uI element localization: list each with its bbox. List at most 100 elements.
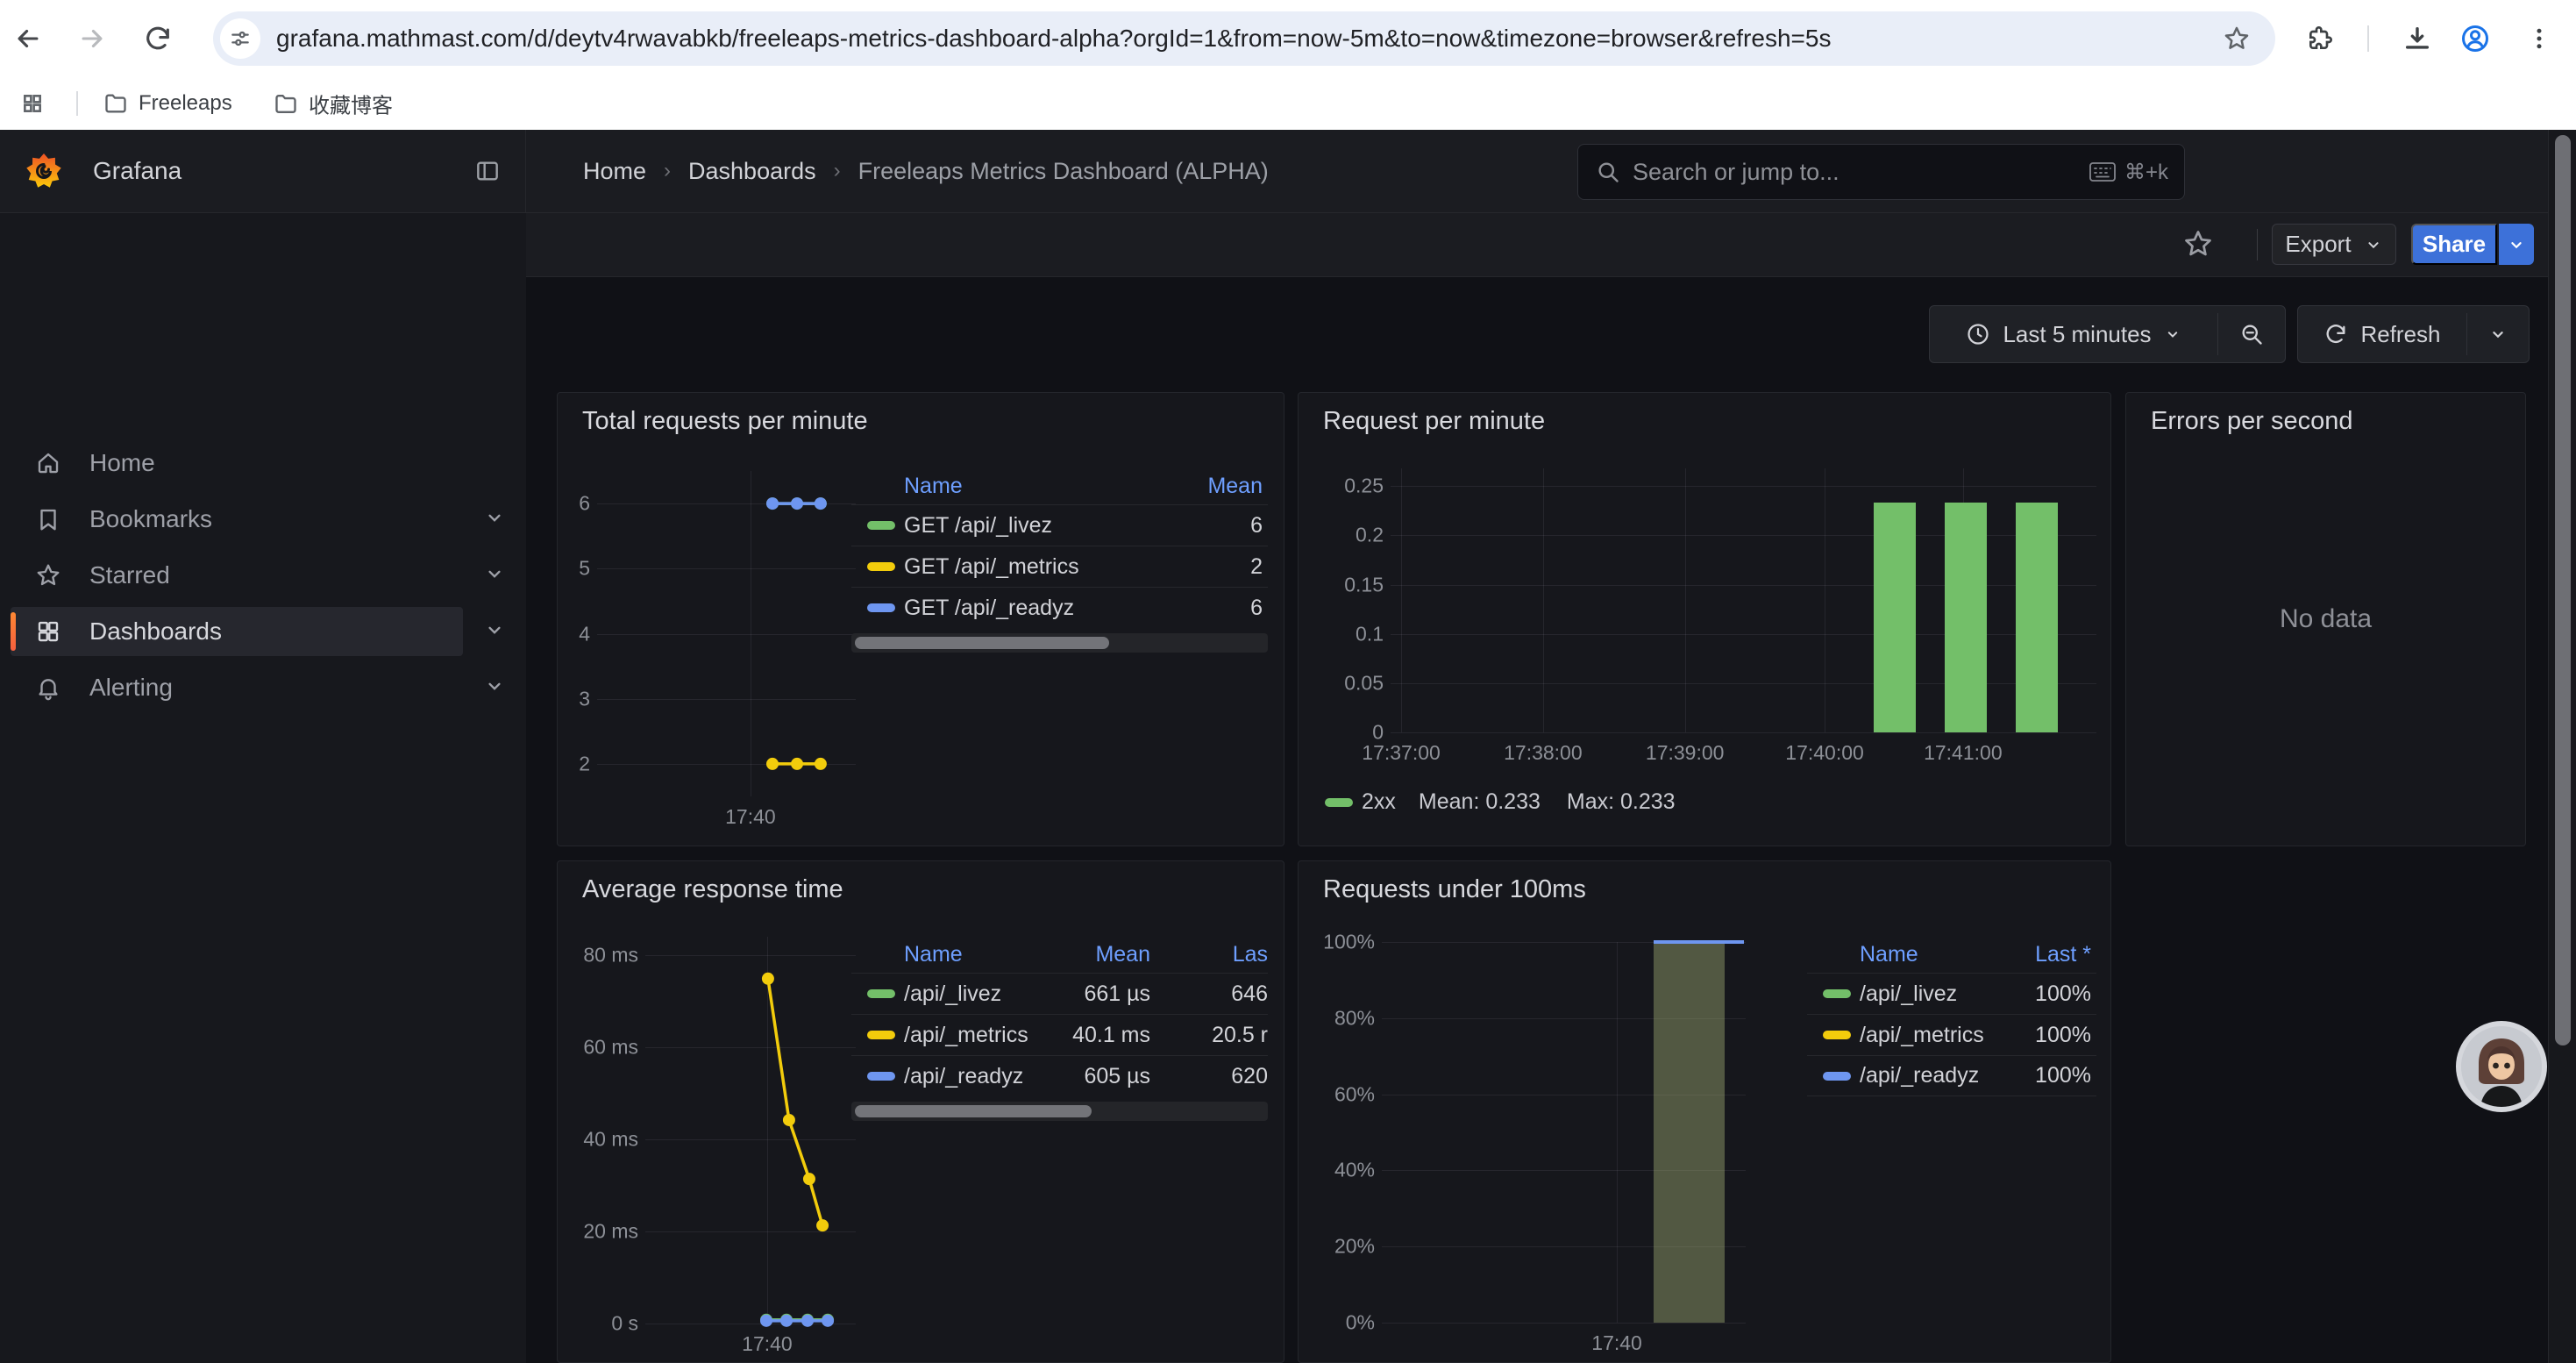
- page-scrollbar[interactable]: [2548, 130, 2576, 1363]
- time-range-picker[interactable]: Last 5 minutes: [1930, 306, 2217, 362]
- floating-assistant-avatar[interactable]: [2456, 1021, 2547, 1112]
- panel-total-requests[interactable]: Total requests per minute 6543217:40 Nam…: [557, 392, 1284, 846]
- series-name[interactable]: 2xx: [1362, 789, 1396, 815]
- legend-row[interactable]: /api/_livez 100%: [1807, 973, 2096, 1014]
- refresh-label: Refresh: [2360, 321, 2440, 348]
- export-button[interactable]: Export: [2272, 224, 2396, 265]
- toolbar-divider: [2367, 25, 2369, 52]
- legend-col-name[interactable]: Name: [904, 474, 1163, 499]
- panel-request-per-minute[interactable]: Request per minute 0.250.20.150.10.05017…: [1298, 392, 2111, 846]
- legend-col-last[interactable]: Last *: [1991, 942, 2096, 967]
- breadcrumb-dashboards[interactable]: Dashboards: [688, 158, 816, 185]
- refresh-interval-button[interactable]: [2467, 306, 2529, 362]
- profile-icon[interactable]: [2458, 21, 2493, 56]
- legend-col-name[interactable]: Name: [1860, 942, 1991, 967]
- legend-scrollbar[interactable]: [851, 1102, 1268, 1121]
- legend-row[interactable]: /api/_livez 661 µs 646: [851, 973, 1268, 1014]
- downloads-icon[interactable]: [2400, 21, 2435, 56]
- grafana-topbar: Grafana Home › Dashboards › Freeleaps Me…: [0, 130, 2576, 213]
- series-name[interactable]: GET /api/_readyz: [904, 596, 1163, 621]
- bookmark-icon: [35, 506, 61, 532]
- legend-row[interactable]: GET /api/_metrics 2: [851, 546, 1268, 587]
- url-text[interactable]: grafana.mathmast.com/d/deytv4rwavabkb/fr…: [276, 25, 2210, 53]
- sidebar-item-home[interactable]: Home: [11, 439, 463, 488]
- series-last: 100%: [1991, 1023, 2096, 1048]
- address-bar[interactable]: grafana.mathmast.com/d/deytv4rwavabkb/fr…: [213, 11, 2275, 66]
- y-axis-tick-label: 3: [557, 687, 590, 710]
- site-settings-icon[interactable]: [220, 18, 260, 59]
- panel-errors-per-second[interactable]: Errors per second No data: [2125, 392, 2526, 846]
- chevron-down-icon: [2507, 235, 2526, 254]
- back-icon[interactable]: [11, 21, 46, 56]
- extensions-icon[interactable]: [2302, 21, 2338, 56]
- series-last: 646: [1156, 981, 1268, 1007]
- search-input[interactable]: Search or jump to... ⌘+k: [1577, 144, 2185, 200]
- dashboard-canvas: Last 5 minutes Refresh Total requests pe…: [526, 277, 2576, 1363]
- apps-grid-icon[interactable]: [21, 92, 44, 115]
- sidebar-item-alerting[interactable]: Alerting: [11, 663, 463, 712]
- legend-col-last[interactable]: Las: [1156, 942, 1268, 967]
- series-mean: 2: [1163, 554, 1268, 580]
- scrollbar-thumb[interactable]: [855, 1105, 1092, 1117]
- forward-icon[interactable]: [75, 21, 110, 56]
- legend-col-name[interactable]: Name: [904, 942, 1050, 967]
- bookmarks-divider: [76, 91, 78, 116]
- favorite-star-icon[interactable]: [2179, 225, 2217, 263]
- sidebar-item-dashboards[interactable]: Dashboards: [11, 607, 463, 656]
- legend-row[interactable]: GET /api/_livez 6: [851, 504, 1268, 546]
- chevron-down-icon[interactable]: [480, 618, 509, 641]
- requests-under-100ms-area-chart: 100%80%60%40%20%0%17:40: [1382, 942, 1746, 1323]
- legend-row[interactable]: /api/_metrics 100%: [1807, 1014, 2096, 1055]
- bar: [2016, 503, 2058, 732]
- bar: [1874, 503, 1916, 732]
- series-name[interactable]: GET /api/_metrics: [904, 554, 1163, 580]
- dock-menu-icon[interactable]: [473, 157, 502, 185]
- grafana-logo[interactable]: [26, 153, 61, 189]
- series-name[interactable]: /api/_metrics: [1860, 1023, 1991, 1048]
- y-axis-tick-label: 0 s: [557, 1312, 638, 1336]
- sidebar-item-label: Dashboards: [89, 617, 222, 646]
- series-name[interactable]: /api/_livez: [1860, 981, 1991, 1007]
- legend-scrollbar[interactable]: [851, 633, 1268, 653]
- legend-col-mean[interactable]: Mean: [1050, 942, 1156, 967]
- chevron-down-icon[interactable]: [480, 674, 509, 697]
- series-name[interactable]: GET /api/_livez: [904, 513, 1163, 539]
- zoom-out-button[interactable]: [2218, 306, 2285, 362]
- series-chip: [1823, 989, 1851, 998]
- legend-row[interactable]: /api/_readyz 100%: [1807, 1055, 2096, 1096]
- refresh-button[interactable]: Refresh: [2298, 306, 2466, 362]
- series-last: 100%: [1991, 981, 2096, 1007]
- bookmark-star-icon[interactable]: [2210, 25, 2263, 53]
- sidebar-item-bookmarks[interactable]: Bookmarks: [11, 495, 463, 544]
- panel-average-response-time[interactable]: Average response time 80 ms60 ms40 ms20 …: [557, 860, 1284, 1363]
- chevron-down-icon[interactable]: [480, 506, 509, 529]
- reload-icon[interactable]: [140, 21, 175, 56]
- y-axis-tick-label: 4: [557, 622, 590, 646]
- share-menu-button[interactable]: [2499, 224, 2534, 265]
- grafana-brand-area: Grafana: [0, 130, 526, 212]
- legend-row[interactable]: /api/_readyz 605 µs 620: [851, 1055, 1268, 1096]
- breadcrumb-separator: ›: [664, 159, 671, 183]
- scrollbar-thumb[interactable]: [855, 637, 1109, 649]
- series-name[interactable]: /api/_metrics: [904, 1023, 1050, 1048]
- legend-col-mean[interactable]: Mean: [1163, 474, 1268, 499]
- panel-requests-under-100ms[interactable]: Requests under 100ms 100%80%60%40%20%0%1…: [1298, 860, 2111, 1363]
- chevron-down-icon[interactable]: [480, 562, 509, 585]
- series-name[interactable]: /api/_readyz: [1860, 1063, 1991, 1088]
- scrollbar-thumb[interactable]: [2555, 135, 2571, 1045]
- legend-inline[interactable]: 2xx Mean: 0.233 Max: 0.233: [1325, 789, 1676, 815]
- series-name[interactable]: /api/_livez: [904, 981, 1050, 1007]
- bookmark-folder-blogs[interactable]: 收藏博客: [274, 89, 393, 119]
- menu-kebab-icon[interactable]: [2522, 21, 2557, 56]
- time-range-label: Last 5 minutes: [2003, 321, 2151, 348]
- share-button[interactable]: Share: [2411, 224, 2497, 265]
- breadcrumb-current: Freeleaps Metrics Dashboard (ALPHA): [858, 158, 1269, 185]
- series-name[interactable]: /api/_readyz: [904, 1064, 1050, 1089]
- legend-row[interactable]: GET /api/_readyz 6: [851, 587, 1268, 628]
- sidebar-item-starred[interactable]: Starred: [11, 551, 463, 600]
- breadcrumb-home[interactable]: Home: [583, 158, 646, 185]
- gridline-y: [1391, 634, 2096, 635]
- legend-row[interactable]: /api/_metrics 40.1 ms 20.5 r: [851, 1014, 1268, 1055]
- x-axis-tick-label: 17:38:00: [1504, 741, 1583, 765]
- bookmark-folder-freeleaps[interactable]: Freeleaps: [103, 91, 232, 116]
